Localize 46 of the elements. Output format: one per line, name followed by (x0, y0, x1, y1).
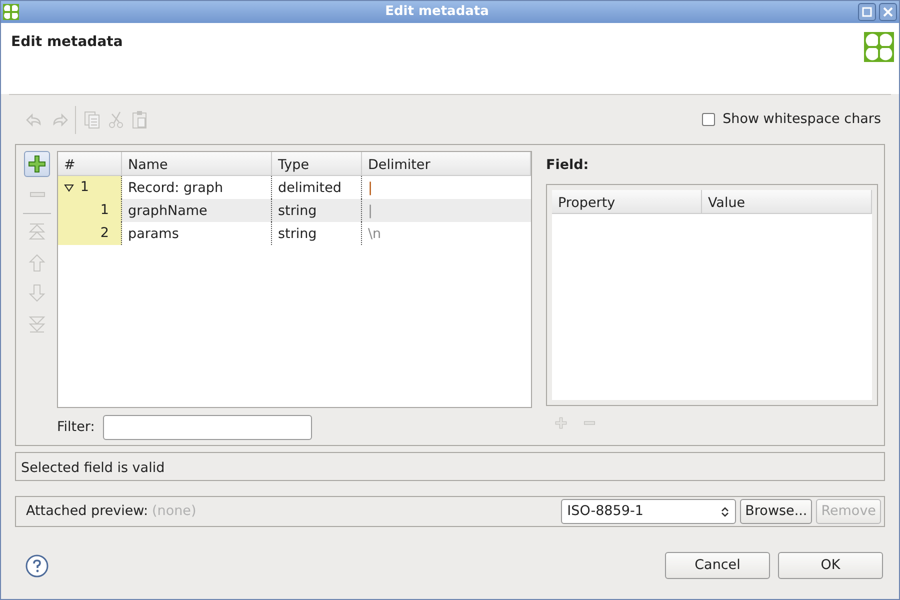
dialog-title: Edit metadata (11, 33, 123, 52)
add-button[interactable] (24, 151, 50, 177)
window-title: Edit metadata (384, 3, 490, 22)
table-cell: string (272, 199, 362, 222)
column-header[interactable]: # (58, 152, 122, 176)
preview-label: Attached preview: (26, 502, 148, 522)
table-cell-text: \n (367, 225, 382, 244)
dialog-button[interactable]: Cancel (665, 552, 770, 579)
table-cell-text: | (367, 202, 374, 221)
app-logo-icon (864, 32, 894, 62)
maximize-icon (862, 7, 872, 17)
row-number: 2 (100, 224, 109, 244)
row-number: 1 (100, 201, 109, 220)
row-number: 1 (80, 178, 89, 198)
table-cell-text: | (367, 179, 374, 198)
preview-button[interactable]: Browse... (740, 499, 812, 524)
checkbox-label[interactable]: Show whitespace chars (722, 109, 881, 130)
field-title: Field: (546, 156, 590, 175)
remove-icon (584, 421, 594, 426)
close-icon (883, 7, 893, 17)
table-cell: params (122, 222, 272, 245)
filter-field[interactable] (102, 415, 312, 440)
status-text: Selected field is valid (21, 460, 165, 476)
column-header[interactable]: Value (702, 190, 872, 214)
close-button[interactable] (879, 3, 897, 21)
preview-value: (none) (152, 502, 196, 522)
remove-icon (30, 192, 44, 196)
maximize-button[interactable] (858, 3, 876, 21)
column-header[interactable]: Name (122, 152, 272, 176)
table-cell: string (272, 222, 362, 245)
dialog-button[interactable]: OK (778, 552, 883, 579)
checkbox[interactable] (702, 113, 715, 126)
add-icon (553, 415, 569, 432)
app-logo-icon (3, 4, 19, 20)
up-down-caret-icon (720, 506, 730, 518)
help-icon[interactable] (25, 554, 49, 578)
expanded-arrow-icon[interactable] (64, 184, 74, 192)
column-header[interactable]: Type (272, 152, 362, 176)
filter-label: Filter: (57, 418, 95, 438)
table-row[interactable]: 2 params string \n (58, 222, 531, 245)
encoding-dropdown[interactable]: ISO-8859-1 (561, 499, 736, 524)
column-header[interactable]: Delimiter (362, 152, 531, 176)
column-header[interactable]: Property (552, 190, 702, 214)
table-cell: graphName (122, 199, 272, 222)
table-row[interactable]: 1 graphName string | (58, 199, 531, 222)
encoding-value: ISO-8859-1 (567, 502, 644, 522)
